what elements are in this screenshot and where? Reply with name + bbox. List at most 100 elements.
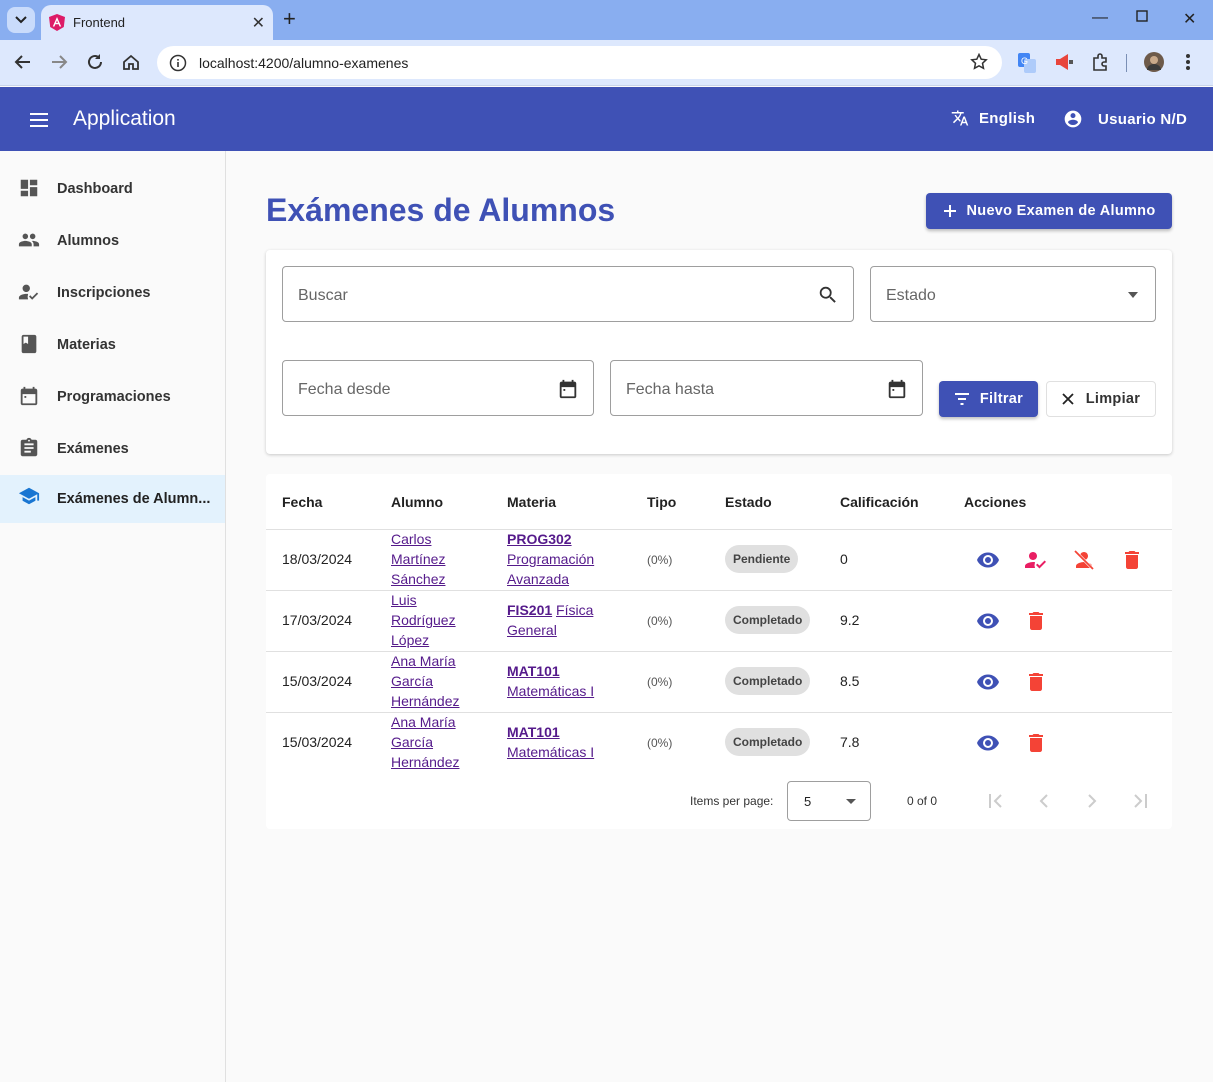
clear-button[interactable]: Limpiar [1046, 381, 1156, 417]
close-tab-icon[interactable]: ✕ [252, 13, 265, 33]
next-page-icon[interactable] [1080, 792, 1104, 810]
dashboard-icon [20, 179, 38, 197]
tab-search-button[interactable] [7, 7, 35, 33]
delete-icon[interactable] [1024, 609, 1048, 633]
delete-icon[interactable] [1024, 670, 1048, 694]
browser-menu-icon[interactable] [1186, 53, 1190, 76]
delete-icon[interactable] [1024, 731, 1048, 755]
home-icon[interactable] [122, 53, 140, 74]
alumno-link[interactable]: Ana María García Hernández [391, 651, 460, 711]
toolbar-divider [1126, 54, 1127, 72]
reload-icon[interactable] [86, 53, 104, 74]
materia-link[interactable]: MAT101 Matemáticas I [507, 722, 594, 762]
view-eye-icon[interactable] [976, 670, 1000, 694]
new-tab-icon[interactable]: + [283, 8, 296, 30]
tipo-cell: (0%) [647, 614, 673, 628]
menu-icon[interactable] [30, 113, 50, 127]
column-header-estado[interactable]: Estado [725, 494, 772, 510]
sidebar-item-label: Programaciones [57, 389, 171, 405]
fecha-hasta-placeholder: Fecha hasta [626, 381, 715, 398]
previous-page-icon[interactable] [1032, 792, 1056, 810]
assignment-icon [20, 437, 38, 457]
alumno-link[interactable]: Carlos Martínez Sánchez [391, 529, 445, 589]
alumno-link[interactable]: Ana María García Hernández [391, 712, 460, 772]
view-eye-icon[interactable] [976, 731, 1000, 755]
exams-table: Fecha Alumno Materia Tipo Estado Calific… [266, 474, 1172, 829]
forward-icon[interactable] [50, 53, 68, 74]
user-menu-button[interactable]: Usuario N/D [1063, 109, 1187, 129]
translate-extension-icon[interactable]: G [1018, 53, 1036, 78]
filter-button[interactable]: Filtrar [939, 381, 1038, 417]
svg-text:G: G [1021, 56, 1028, 66]
page-size-value: 5 [804, 794, 812, 809]
sidebar-item-label: Exámenes [57, 441, 129, 457]
column-header-tipo[interactable]: Tipo [647, 494, 676, 510]
first-page-icon[interactable] [984, 792, 1008, 810]
sidebar-item-label: Inscripciones [57, 285, 151, 301]
estado-placeholder: Estado [886, 287, 936, 304]
calendar-icon[interactable] [557, 378, 579, 400]
items-per-page-label: Items per page: [690, 794, 774, 808]
view-eye-icon[interactable] [976, 548, 1000, 572]
minimize-icon[interactable]: — [1092, 9, 1108, 27]
calendar-icon[interactable] [886, 378, 908, 400]
bookmark-star-icon[interactable] [970, 53, 988, 71]
new-exam-button[interactable]: Nuevo Examen de Alumno [926, 193, 1172, 229]
url-text: localhost:4200/alumno-examenes [199, 54, 409, 71]
column-header-materia[interactable]: Materia [507, 494, 556, 510]
delete-icon[interactable] [1120, 548, 1144, 572]
sidebar-item-label: Materias [57, 337, 116, 353]
calendar-icon [20, 386, 38, 406]
column-header-acciones: Acciones [964, 494, 1027, 510]
megaphone-extension-icon[interactable] [1054, 53, 1074, 76]
fecha-cell: 15/03/2024 [282, 673, 353, 689]
user-label: Usuario N/D [1098, 110, 1188, 128]
browser-tab-strip: Frontend ✕ + — ✕ [0, 0, 1213, 40]
search-icon [819, 286, 836, 303]
add-icon [943, 205, 956, 217]
tipo-cell: (0%) [647, 736, 673, 750]
materia-link[interactable]: FIS201 Física General [507, 600, 593, 640]
materia-link[interactable]: PROG302 Programación Avanzada [507, 529, 594, 589]
language-button[interactable]: English [951, 109, 1035, 127]
sidebar-item-examenes-alumnos[interactable]: Exámenes de Alumn... [0, 475, 225, 523]
calificacion-cell: 9.2 [840, 612, 860, 628]
last-page-icon[interactable] [1128, 792, 1152, 810]
maximize-icon[interactable] [1136, 9, 1148, 27]
profile-avatar[interactable] [1144, 52, 1164, 77]
sidebar-item-materias[interactable]: Materias [0, 321, 225, 369]
school-icon [18, 487, 40, 505]
alumno-link[interactable]: Luis Rodríguez López [391, 590, 456, 650]
how-to-reg-icon[interactable] [1024, 548, 1048, 572]
back-icon[interactable] [14, 53, 32, 74]
clear-label: Limpiar [1085, 391, 1141, 407]
materia-link[interactable]: MAT101 Matemáticas I [507, 661, 594, 701]
estado-select[interactable]: Estado [870, 266, 1156, 322]
page-title: Exámenes de Alumnos [266, 192, 616, 228]
sidebar-item-inscripciones[interactable]: Inscripciones [0, 269, 225, 317]
url-field[interactable]: localhost:4200/alumno-examenes [157, 46, 1002, 79]
status-badge: Completado [725, 667, 811, 695]
sidebar-item-programaciones[interactable]: Programaciones [0, 373, 225, 421]
filter-label: Filtrar [979, 391, 1024, 407]
tipo-cell: (0%) [647, 553, 673, 567]
extensions-puzzle-icon[interactable] [1091, 53, 1109, 76]
column-header-alumno[interactable]: Alumno [391, 494, 443, 510]
sidebar-item-alumnos[interactable]: Alumnos [0, 217, 225, 265]
browser-tab[interactable]: Frontend ✕ [41, 5, 273, 40]
column-header-calificacion[interactable]: Calificación [840, 494, 919, 510]
page-size-select[interactable]: 5 [787, 781, 871, 821]
fecha-desde-input[interactable]: Fecha desde [282, 360, 594, 416]
language-label: English [979, 109, 1036, 127]
search-placeholder: Buscar [298, 287, 348, 304]
close-window-icon[interactable]: ✕ [1183, 9, 1196, 29]
view-eye-icon[interactable] [976, 609, 1000, 633]
fecha-hasta-input[interactable]: Fecha hasta [610, 360, 923, 416]
search-input[interactable]: Buscar [282, 266, 854, 322]
sidebar-item-dashboard[interactable]: Dashboard [0, 165, 225, 213]
sidebar-item-examenes[interactable]: Exámenes [0, 425, 225, 473]
column-header-fecha[interactable]: Fecha [282, 494, 322, 510]
how-to-reg-icon [18, 284, 39, 300]
site-info-icon[interactable] [169, 54, 187, 72]
person-off-icon[interactable] [1072, 548, 1096, 572]
